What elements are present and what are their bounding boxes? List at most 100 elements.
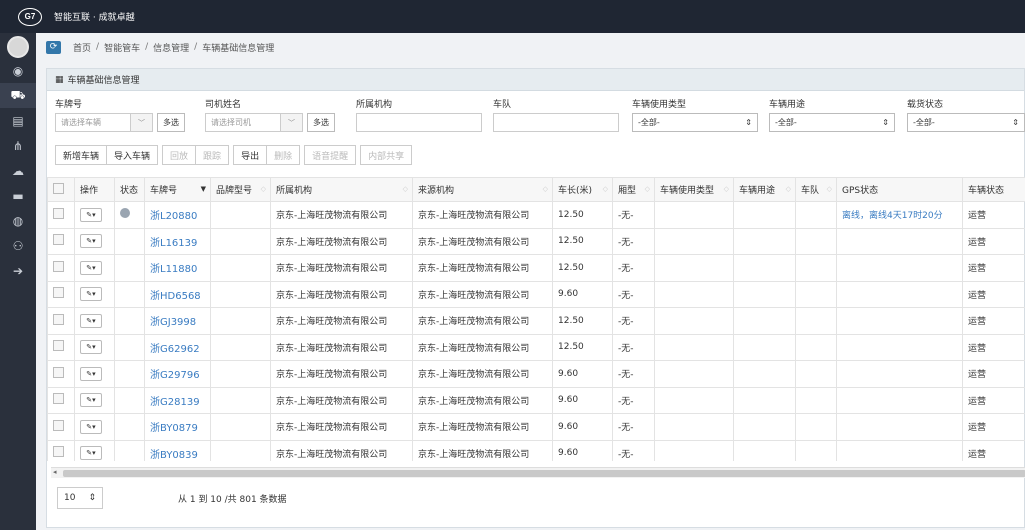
col-source[interactable]: 来源机构 ◇ (412, 177, 553, 202)
fleet-input[interactable] (493, 113, 619, 132)
rail-item-chart[interactable]: ▤ (0, 108, 36, 133)
table-row[interactable]: ✎▾ 浙G62962 京东-上海旺茂物流有限公司 京东-上海旺茂物流有限公司 12.50… (47, 333, 1025, 361)
row-checkbox[interactable] (47, 201, 75, 229)
row-gps-status[interactable]: 离线，离线4天17时20分 (836, 201, 963, 229)
row-gps-status[interactable] (836, 439, 963, 461)
row-checkbox[interactable] (47, 307, 75, 335)
table-row[interactable]: ✎▾ 浙BY0879 京东-上海旺茂物流有限公司 京东-上海旺茂物流有限公司 9.60-… (47, 413, 1025, 441)
wrench-icon[interactable]: ✎▾ (80, 207, 102, 222)
wrench-icon[interactable]: ✎▾ (80, 340, 102, 355)
col-brand[interactable]: 品牌型号 ◇ (210, 177, 271, 202)
row-op-cell: ✎▾ (74, 254, 115, 282)
horizontal-scrollbar[interactable]: ◂ (51, 467, 1025, 478)
user-avatar[interactable] (0, 33, 36, 58)
row-checkbox[interactable] (47, 254, 75, 282)
rail-item-more[interactable]: ➔ (0, 258, 36, 283)
row-checkbox[interactable] (47, 280, 75, 308)
wrench-icon[interactable]: ✎▾ (80, 393, 102, 408)
scroll-left-icon[interactable]: ◂ (53, 468, 57, 476)
rail-item-truck[interactable]: ⛟ (0, 83, 36, 108)
crumb-smart-fleet[interactable]: 智能管车 (104, 41, 140, 54)
voice-alarm-button[interactable]: 语音提醒 (304, 145, 357, 165)
use-type-select[interactable]: -全部- ⇕ (632, 113, 758, 132)
row-plate-link[interactable]: 浙L11880 (144, 254, 211, 282)
col-type[interactable]: 厢型 ◇ (612, 177, 655, 202)
crumb-home[interactable]: 首页 (73, 41, 91, 54)
purpose-select[interactable]: -全部- ⇕ (769, 113, 895, 132)
row-plate-link[interactable]: 浙L16139 (144, 227, 211, 255)
g7-logo[interactable]: G7 (18, 7, 42, 26)
row-checkbox[interactable] (47, 413, 75, 441)
row-gps-status[interactable] (836, 227, 963, 255)
table-row[interactable]: ✎▾ 浙G29796 京东-上海旺茂物流有限公司 京东-上海旺茂物流有限公司 9.60-… (47, 360, 1025, 388)
col-use-type[interactable]: 车辆使用类型 ◇ (654, 177, 734, 202)
track-button[interactable]: 跟踪 (196, 145, 230, 165)
table-row[interactable]: ✎▾ 浙L16139 京东-上海旺茂物流有限公司 京东-上海旺茂物流有限公司 12.50… (47, 227, 1025, 255)
org-input[interactable] (356, 113, 482, 132)
table-row[interactable]: ✎▾ 浙G28139 京东-上海旺茂物流有限公司 京东-上海旺茂物流有限公司 9.60-… (47, 386, 1025, 414)
row-checkbox[interactable] (47, 227, 75, 255)
plate-multi-button[interactable]: 多选 (157, 113, 185, 132)
rail-item-org[interactable]: ⋔ (0, 133, 36, 158)
driver-multi-button[interactable]: 多选 (307, 113, 335, 132)
wrench-icon[interactable]: ✎▾ (80, 313, 102, 328)
chevron-down-icon[interactable]: ﹀ (131, 113, 153, 132)
row-plate-link[interactable]: 浙L20880 (144, 201, 211, 229)
wrench-icon[interactable]: ✎▾ (80, 366, 102, 381)
table-row[interactable]: ✎▾ 浙L11880 京东-上海旺茂物流有限公司 京东-上海旺茂物流有限公司 12.50… (47, 254, 1025, 282)
driver-select[interactable]: 请选择司机 (205, 113, 281, 132)
wrench-icon[interactable]: ✎▾ (80, 260, 102, 275)
col-purpose[interactable]: 车辆用途 ◇ (733, 177, 796, 202)
scroll-thumb[interactable] (63, 470, 1025, 477)
rollback-button[interactable]: 回放 (162, 145, 197, 165)
table-row[interactable]: ✎▾ 浙HD6568 京东-上海旺茂物流有限公司 京东-上海旺茂物流有限公司 9.60-… (47, 280, 1025, 308)
col-plate[interactable]: 车牌号 ▼ (144, 177, 211, 202)
rail-item-cloud[interactable]: ☁ (0, 158, 36, 183)
row-plate-link[interactable]: 浙G62962 (144, 333, 211, 361)
row-plate-link[interactable]: 浙BY0879 (144, 413, 211, 441)
row-gps-status[interactable] (836, 254, 963, 282)
rail-item-eye[interactable]: ◉ (0, 58, 36, 83)
table-row[interactable]: ✎▾ 浙L20880 京东-上海旺茂物流有限公司 京东-上海旺茂物流有限公司 12.50… (47, 201, 1025, 229)
row-plate-link[interactable]: 浙G28139 (144, 386, 211, 414)
row-plate-link[interactable]: 浙BY0839 (144, 439, 211, 461)
row-checkbox[interactable] (47, 439, 75, 461)
rail-item-users[interactable]: ⚇ (0, 233, 36, 258)
select-all-checkbox[interactable] (47, 177, 75, 202)
wrench-icon[interactable]: ✎▾ (80, 234, 102, 249)
row-plate-link[interactable]: 浙HD6568 (144, 280, 211, 308)
row-checkbox[interactable] (47, 386, 75, 414)
internal-share-button[interactable]: 内部共享 (360, 145, 413, 165)
row-gps-status[interactable] (836, 333, 963, 361)
row-gps-status[interactable] (836, 307, 963, 335)
col-vstatus[interactable]: 车辆状态◇ (962, 177, 1025, 202)
load-select[interactable]: -全部- ⇕ (907, 113, 1025, 132)
table-row[interactable]: ✎▾ 浙GJ3998 京东-上海旺茂物流有限公司 京东-上海旺茂物流有限公司 12.50… (47, 307, 1025, 335)
chevron-down-icon[interactable]: ﹀ (281, 113, 303, 132)
export-button[interactable]: 导出 (233, 145, 268, 165)
delete-button[interactable]: 删除 (267, 145, 301, 165)
rail-item-device[interactable]: ◍ (0, 208, 36, 233)
row-gps-status[interactable] (836, 360, 963, 388)
row-gps-status[interactable] (836, 413, 963, 441)
col-length[interactable]: 车长(米) ◇ (552, 177, 613, 202)
row-checkbox[interactable] (47, 360, 75, 388)
col-org[interactable]: 所属机构 ◇ (270, 177, 413, 202)
table-row[interactable]: ✎▾ 浙BY0839 京东-上海旺茂物流有限公司 京东-上海旺茂物流有限公司 9.60-… (47, 439, 1025, 461)
rail-item-folder[interactable]: ▬ (0, 183, 36, 208)
wrench-icon[interactable]: ✎▾ (80, 446, 102, 461)
row-checkbox[interactable] (47, 333, 75, 361)
row-plate-link[interactable]: 浙GJ3998 (144, 307, 211, 335)
wrench-icon[interactable]: ✎▾ (80, 287, 102, 302)
page-size-select[interactable]: 10 ⇕ (57, 487, 103, 509)
col-fleet[interactable]: 车队 ◇ (795, 177, 837, 202)
refresh-icon[interactable]: ⟳ (46, 40, 61, 54)
crumb-info-mgmt[interactable]: 信息管理 (153, 41, 189, 54)
import-vehicle-button[interactable]: 导入车辆 (107, 145, 159, 165)
wrench-icon[interactable]: ✎▾ (80, 419, 102, 434)
row-plate-link[interactable]: 浙G29796 (144, 360, 211, 388)
row-gps-status[interactable] (836, 386, 963, 414)
row-gps-status[interactable] (836, 280, 963, 308)
add-vehicle-button[interactable]: 新增车辆 (55, 145, 108, 165)
plate-select[interactable]: 请选择车辆 (55, 113, 131, 132)
